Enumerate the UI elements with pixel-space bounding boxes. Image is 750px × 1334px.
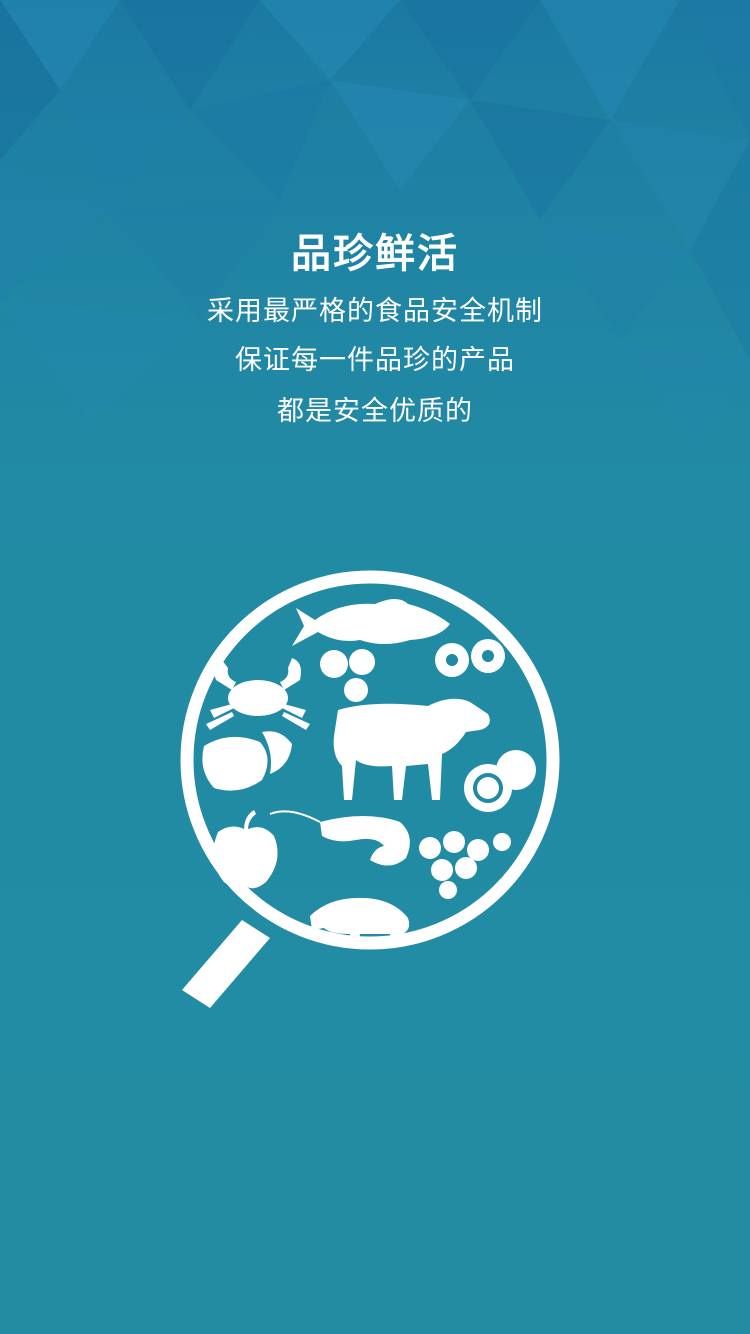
description-line-2: 保证每一件品珍的产品 <box>235 345 515 376</box>
crab-icon <box>206 658 310 730</box>
blueberry-icon <box>435 639 505 677</box>
apple-icon <box>213 810 278 889</box>
orange-icon <box>464 750 536 812</box>
peach-icon <box>202 731 292 791</box>
description-line-1: 采用最严格的食品安全机制 <box>207 296 543 327</box>
shrimp-icon <box>269 810 410 866</box>
description-line-3: 都是安全优质的 <box>277 396 473 427</box>
mushroom-icon <box>320 649 375 702</box>
page-title: 品珍鲜活 <box>291 231 459 277</box>
food-magnifier-illustration <box>170 560 570 1020</box>
fish-icon <box>292 599 450 646</box>
intro-screen: 品珍鲜活 采用最严格的食品安全机制 保证每一件品珍的产品 都是安全优质的 <box>0 0 750 1334</box>
